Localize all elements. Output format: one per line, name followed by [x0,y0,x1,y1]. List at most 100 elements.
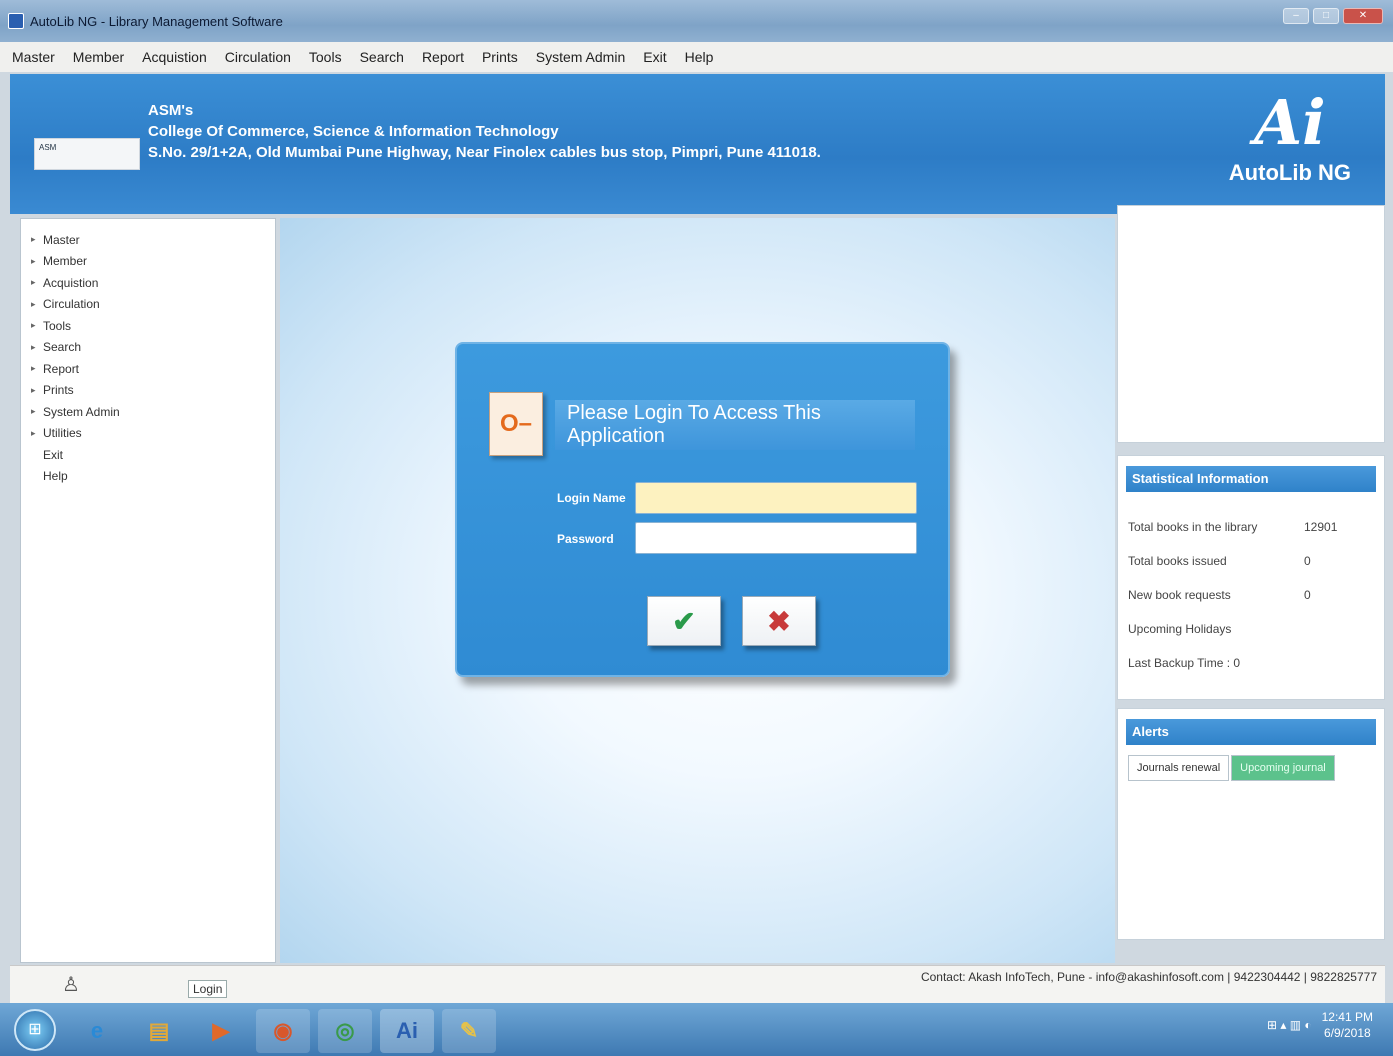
college-address: S.No. 29/1+2A, Old Mumbai Pune Highway, … [148,144,821,161]
stat-row: Upcoming Holidays [1118,612,1384,646]
stat-label: Total books in the library [1128,520,1258,534]
menu-search[interactable]: Search [360,49,404,65]
sidebar-item-utilities[interactable]: ▸ Utilities [31,423,265,445]
college-logo-text: ASM [39,143,57,152]
statistics-panel: Statistical Information Total books in t… [1117,455,1385,700]
sidebar-item-system-admin[interactable]: ▸ System Admin [31,401,265,423]
stat-label: Upcoming Holidays [1128,622,1232,636]
expand-arrow-icon: ▸ [31,298,36,309]
sidebar-item-label: Tools [43,318,72,333]
stat-value: 0 [1304,588,1311,602]
autolib-taskbar-icon[interactable]: Ai [380,1009,434,1053]
sidebar-item-prints[interactable]: ▸ Prints [31,380,265,402]
clock-date: 6/9/2018 [1323,1026,1371,1040]
user-icon: ♙ [62,974,80,996]
expand-arrow-icon: ▸ [31,320,36,331]
stat-row: New book requests 0 [1118,578,1384,612]
media-player-icon[interactable]: ▶ [194,1009,248,1053]
expand-arrow-icon: ▸ [31,406,36,417]
menu-acquistion[interactable]: Acquistion [142,49,207,65]
stat-row: Total books in the library 12901 [1118,510,1384,544]
tab-upcoming-journal[interactable]: Upcoming journal [1231,755,1335,781]
internet-explorer-icon[interactable]: e [70,1009,124,1053]
expand-arrow-icon: ▸ [31,255,36,266]
expand-arrow-icon: ▸ [31,277,36,288]
menu-exit[interactable]: Exit [643,49,666,65]
app-glyph: ◉ [273,1018,293,1043]
app-glyph: ▤ [148,1018,170,1043]
sidebar-item-tools[interactable]: ▸ Tools [31,315,265,337]
sidebar-item-label: Utilities [43,426,82,441]
login-ok-button[interactable]: ✔ [647,596,721,646]
sidebar-item-circulation[interactable]: ▸ Circulation [31,294,265,316]
maximize-button[interactable]: □ [1313,8,1339,24]
firefox-icon[interactable]: ◉ [256,1009,310,1053]
stat-value: 0 [1304,554,1311,568]
menu-member[interactable]: Member [73,49,124,65]
sidebar-item-help[interactable]: Help [31,466,265,488]
clock[interactable]: 12:41 PM 6/9/2018 [1322,1009,1373,1041]
college-logo: ASM [34,138,140,170]
sidebar-item-label: Master [43,232,80,247]
right-info-panel [1117,205,1385,443]
college-prefix: ASM's [148,102,194,119]
app-glyph: ◎ [335,1018,355,1043]
close-button[interactable]: ✕ [1343,8,1383,24]
window-controls: – □ ✕ [1283,8,1383,24]
sidebar-item-label: Search [43,340,82,355]
statistics-title: Statistical Information [1126,466,1376,492]
sidebar-item-search[interactable]: ▸ Search [31,337,265,359]
stat-label: Total books issued [1128,554,1227,568]
tray-icons[interactable]: ⊞ ▴ ▥ ◐ [1267,1018,1312,1032]
minimize-button[interactable]: – [1283,8,1309,24]
app-glyph: Ai [396,1018,418,1043]
menu-report[interactable]: Report [422,49,464,65]
login-heading: Please Login To Access This Application [555,400,915,450]
expand-arrow-icon: ▸ [31,234,36,245]
menu-bar: Master Member Acquistion Circulation Too… [0,42,1393,72]
sidebar-item-label: Prints [43,383,74,398]
alerts-tabs: Journals renewal Upcoming journal [1128,755,1378,781]
sidebar-item-exit[interactable]: Exit [31,444,265,466]
autolib-logo-icon: Ai [1254,86,1326,159]
sidebar-tree: ▸ Master ▸ Member ▸ Acquistion ▸ Circulation… [20,218,276,963]
stat-value: 12901 [1304,520,1338,534]
sidebar-item-label: Report [43,361,80,376]
login-name-label: Login Name [557,491,626,505]
window-titlebar[interactable]: AutoLib NG - Library Management Software… [0,0,1393,42]
window-title: AutoLib NG - Library Management Software [30,13,283,29]
paint-icon[interactable]: ✎ [442,1009,496,1053]
menu-prints[interactable]: Prints [482,49,518,65]
sidebar-item-report[interactable]: ▸ Report [31,358,265,380]
password-input[interactable] [635,522,917,554]
login-name-input[interactable] [635,482,917,514]
chrome-icon[interactable]: ◎ [318,1009,372,1053]
menu-circulation[interactable]: Circulation [225,49,291,65]
windows-taskbar: ⊞ e ▤ ▶ ◉ ◎ Ai ✎ ⊞ ▴ ▥ ◐ 12:41 PM 6/9/20… [0,1003,1393,1056]
login-cancel-button[interactable]: ✖ [742,596,816,646]
checkmark-icon: ✔ [672,605,696,637]
sidebar-item-label: Member [43,254,88,269]
sidebar-item-label: Help [43,469,68,484]
expand-arrow-icon: ▸ [31,427,36,438]
status-login-label: Login [188,980,228,998]
brand-logo: Ai AutoLib NG [1229,88,1351,186]
menu-help[interactable]: Help [685,49,714,65]
tab-journals-renewal[interactable]: Journals renewal [1128,755,1230,781]
menu-tools[interactable]: Tools [309,49,342,65]
sidebar-item-member[interactable]: ▸ Member [31,251,265,273]
sidebar-item-acquistion[interactable]: ▸ Acquistion [31,272,265,294]
expand-arrow-icon: ▸ [31,341,36,352]
start-button[interactable]: ⊞ [14,1009,56,1051]
clock-time: 12:41 PM [1321,1010,1373,1024]
menu-system-admin[interactable]: System Admin [536,49,625,65]
key-icon: O– [489,392,543,456]
login-dialog: O– Please Login To Access This Applicati… [455,342,950,677]
file-explorer-icon[interactable]: ▤ [132,1009,186,1053]
header-banner: ASM ASM's College Of Commerce, Science &… [10,74,1385,214]
expand-arrow-icon: ▸ [31,384,36,395]
sidebar-item-master[interactable]: ▸ Master [31,229,265,251]
app-glyph: e [90,1018,104,1043]
app-icon [8,13,24,29]
menu-master[interactable]: Master [12,49,55,65]
